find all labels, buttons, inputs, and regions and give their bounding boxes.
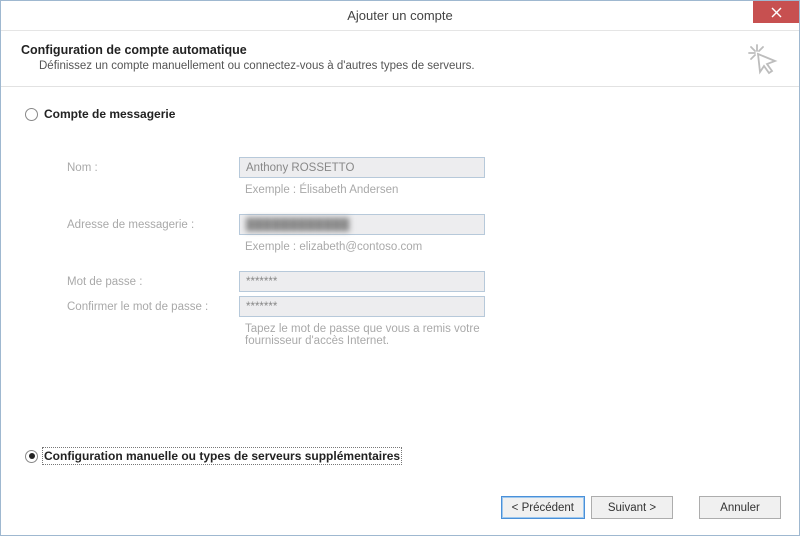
confirm-password-field[interactable]: *******: [239, 296, 485, 317]
email-label: Adresse de messagerie :: [67, 219, 227, 231]
email-hint: Exemple : elizabeth@contoso.com: [239, 239, 489, 267]
radio-icon: [25, 108, 38, 121]
name-field[interactable]: Anthony ROSSETTO: [239, 157, 485, 178]
wizard-body: Compte de messagerie Nom : Anthony ROSSE…: [1, 87, 799, 489]
password-hint: Tapez le mot de passe que vous a remis v…: [239, 321, 489, 347]
window-title: Ajouter un compte: [1, 8, 799, 23]
name-label: Nom :: [67, 162, 227, 174]
back-button[interactable]: < Précédent: [501, 496, 585, 519]
titlebar: Ajouter un compte: [1, 1, 799, 31]
password-field[interactable]: *******: [239, 271, 485, 292]
option-email-account-label: Compte de messagerie: [44, 107, 175, 121]
radio-icon: [25, 450, 38, 463]
option-manual-config-label: Configuration manuelle ou types de serve…: [44, 449, 400, 463]
name-hint: Exemple : Élisabeth Andersen: [239, 182, 489, 210]
close-button[interactable]: [753, 1, 799, 23]
wizard-header: Configuration de compte automatique Défi…: [1, 31, 799, 87]
close-icon: [771, 7, 782, 18]
option-email-account[interactable]: Compte de messagerie: [25, 107, 775, 121]
add-account-window: Ajouter un compte Configuration de compt…: [0, 0, 800, 536]
next-button[interactable]: Suivant >: [591, 496, 673, 519]
wizard-footer: < Précédent Suivant > Annuler: [1, 489, 799, 535]
password-label: Mot de passe :: [67, 276, 227, 288]
email-field[interactable]: ████████████: [239, 214, 485, 235]
option-manual-config[interactable]: Configuration manuelle ou types de serve…: [25, 449, 400, 463]
cancel-button[interactable]: Annuler: [699, 496, 781, 519]
email-form: Nom : Anthony ROSSETTO Exemple : Élisabe…: [67, 157, 775, 347]
confirm-password-label: Confirmer le mot de passe :: [67, 301, 227, 313]
header-subtitle: Définissez un compte manuellement ou con…: [39, 60, 779, 72]
cursor-click-icon: [747, 43, 781, 80]
header-title: Configuration de compte automatique: [21, 43, 779, 57]
